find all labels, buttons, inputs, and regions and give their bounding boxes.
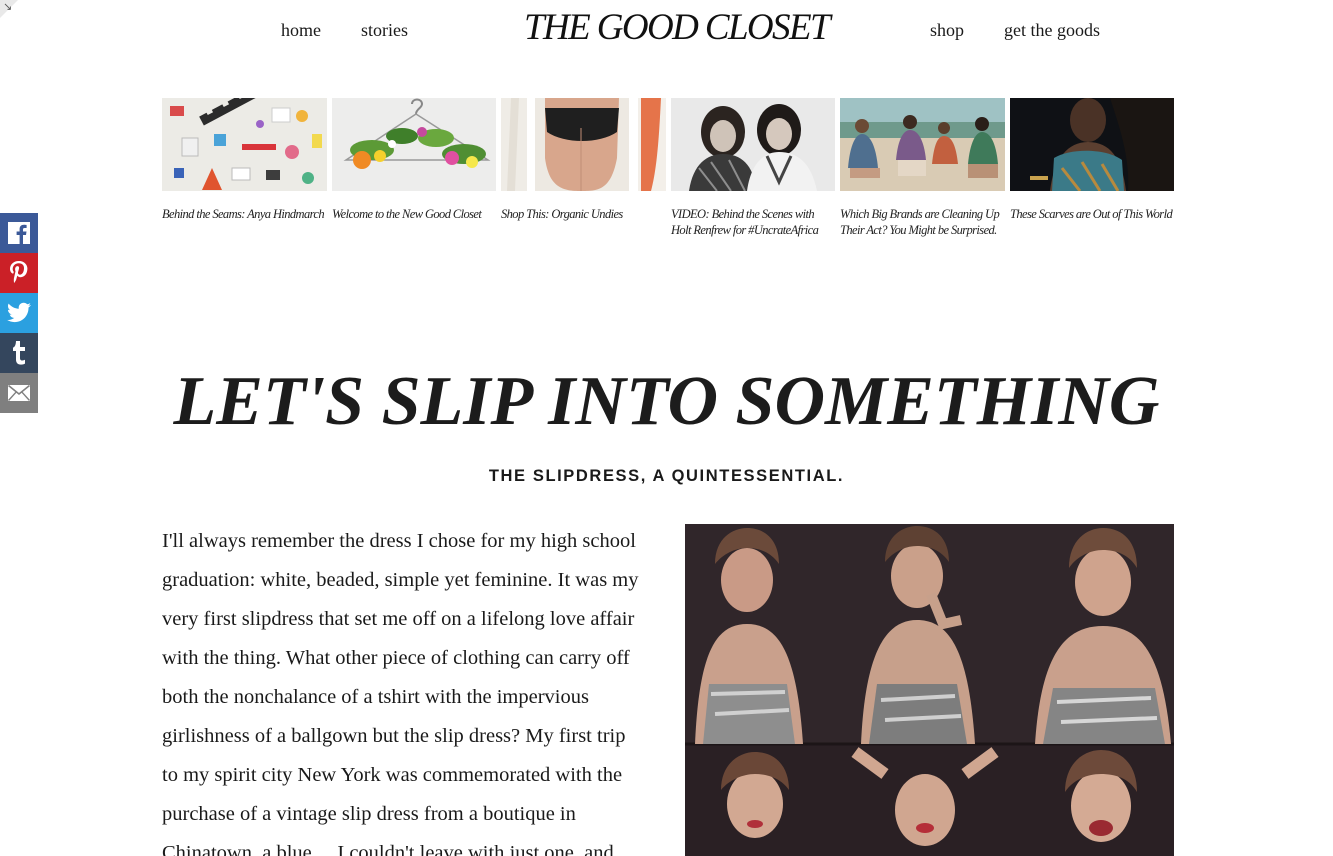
story-title[interactable]: VIDEO: Behind the Scenes with Holt Renfr… (671, 206, 835, 238)
story-title[interactable]: Welcome to the New Good Closet (332, 206, 496, 222)
nav-get-the-goods-link[interactable]: get the goods (1004, 20, 1100, 41)
twitter-icon (7, 302, 31, 323)
holt-renfrew-video-image (671, 98, 835, 191)
facebook-icon (8, 222, 30, 244)
body-line: graduation: white, beaded, simple yet fe… (162, 569, 639, 591)
site-header: home stories THE GOOD CLOSET shop get th… (0, 0, 1333, 62)
story-title[interactable]: Which Big Brands are Cleaning Up Their A… (840, 206, 1005, 238)
pinterest-icon (10, 261, 28, 283)
body-line: Chinatown, a blue… I couldn't leave with… (162, 842, 614, 856)
story-title[interactable]: These Scarves are Out of This World (1010, 206, 1174, 222)
article-headline: LET'S SLIP INTO SOMETHING (173, 363, 1160, 440)
story-thumbnail[interactable] (840, 98, 1005, 191)
floral-hanger-image (332, 98, 496, 191)
nav-shop-link[interactable]: shop (930, 20, 964, 41)
story-title[interactable]: Shop This: Organic Undies (501, 206, 666, 222)
article-hero-image (685, 524, 1174, 856)
nav-stories-link[interactable]: stories (361, 20, 408, 41)
story-thumbnail[interactable] (162, 98, 327, 191)
pinterest-share-button[interactable] (0, 253, 38, 293)
body-line: both the nonchalance of a tshirt with th… (162, 686, 589, 708)
featured-stories-strip: Behind the Seams: Anya Hindmarch Welcome… (162, 98, 1174, 248)
beach-brands-image (840, 98, 1005, 191)
body-line: to my spirit city New York was commemora… (162, 764, 623, 786)
slipdress-photo-collage (685, 524, 1174, 856)
site-logo[interactable]: THE GOOD CLOSET (524, 6, 831, 49)
story-thumbnail[interactable] (671, 98, 835, 191)
article-subhead: THE SLIPDRESS, A QUINTESSENTIAL. (488, 467, 845, 485)
story-thumbnail[interactable] (332, 98, 496, 191)
scarves-image (1010, 98, 1174, 191)
accessories-flatlay-image (162, 98, 327, 191)
story-title[interactable]: Behind the Seams: Anya Hindmarch (162, 206, 327, 222)
facebook-share-button[interactable] (0, 213, 38, 253)
body-line: with the thing. What other piece of clot… (162, 647, 630, 669)
organic-undies-image (501, 98, 666, 191)
twitter-share-button[interactable] (0, 293, 38, 333)
body-line: I'll always remember the dress I chose f… (162, 530, 636, 552)
article-body: I'll always remember the dress I chose f… (162, 522, 662, 856)
story-thumbnail[interactable] (1010, 98, 1174, 191)
body-line: purchase of a vintage slip dress from a … (162, 803, 576, 825)
nav-home-link[interactable]: home (281, 20, 321, 41)
body-line: girlishness of a ballgown but the slip d… (162, 725, 626, 747)
body-line: very first slipdress that set me off on … (162, 608, 635, 630)
story-thumbnail[interactable] (501, 98, 666, 191)
